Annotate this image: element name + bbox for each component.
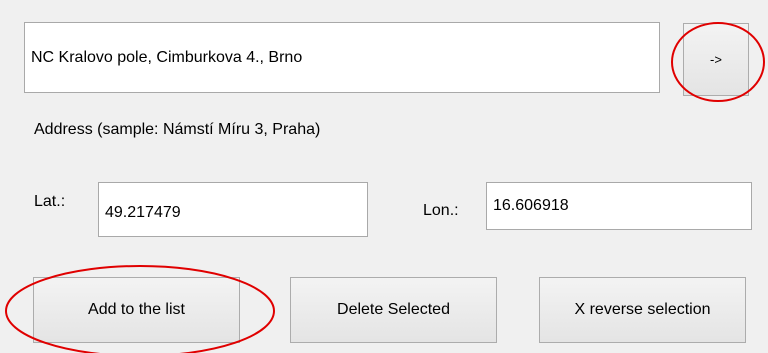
reverse-selection-button[interactable]: X reverse selection (539, 277, 746, 343)
add-to-list-button[interactable]: Add to the list (33, 277, 240, 343)
lat-label: Lat.: (34, 193, 66, 210)
lat-input[interactable] (98, 182, 368, 237)
lon-label: Lon.: (423, 202, 459, 219)
delete-selected-button[interactable]: Delete Selected (290, 277, 497, 343)
go-button-label: -> (710, 52, 722, 67)
lon-input[interactable] (486, 182, 752, 230)
geocode-go-button[interactable]: -> (683, 23, 749, 96)
reverse-selection-label: X reverse selection (574, 301, 711, 318)
address-hint-label: Address (sample: Námstí Míru 3, Praha) (34, 121, 321, 138)
geocoder-panel: -> Address (sample: Námstí Míru 3, Praha… (0, 0, 768, 353)
delete-selected-label: Delete Selected (337, 301, 450, 318)
add-to-list-label: Add to the list (88, 301, 185, 318)
address-input[interactable] (24, 22, 660, 93)
